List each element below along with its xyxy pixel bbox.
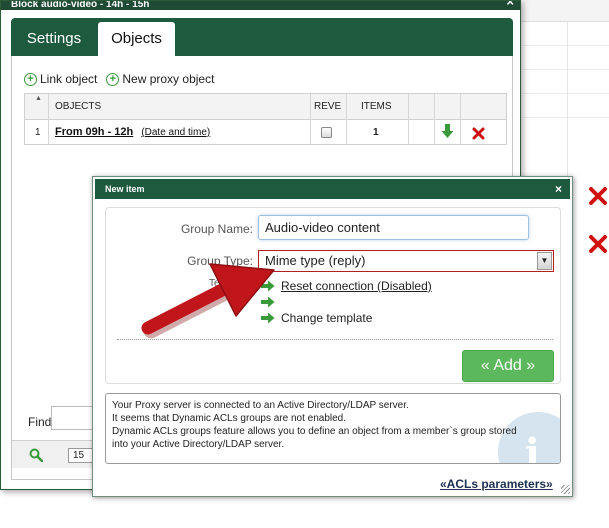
close-icon[interactable]: × [555,179,562,199]
window-title: Block audio-video - 14h - 15h [11,1,150,10]
info-line: It seems that Dynamic ACLs groups are no… [112,413,347,424]
reverse-cell [311,120,347,145]
background-table-row [520,46,609,70]
find-label: Find [28,415,52,429]
window-titlebar[interactable]: Block audio-video - 14h - 15h × [1,1,520,10]
sort-column-header[interactable]: ▲ [25,94,49,120]
object-link[interactable]: From 09h - 12h [55,126,133,138]
change-template-label: Change template [281,311,373,325]
acl-parameters-link[interactable]: «ACLs parameters» [440,477,553,491]
new-proxy-object-button[interactable]: + New proxy object [106,72,214,86]
link-object-button[interactable]: + Link object [24,72,97,86]
background-table-row [520,94,609,118]
group-type-select[interactable]: Mime type (reply) ▼ [258,250,554,272]
link-object-label: Link object [40,72,98,86]
plus-circle-icon: + [24,72,37,86]
group-name-input[interactable]: Audio-video content [258,215,529,240]
row-number: 1 [25,120,49,145]
delete-icon[interactable] [461,120,507,145]
items-count: 1 [347,120,409,145]
reverse-checkbox[interactable] [321,127,332,138]
blank-cell [409,120,435,145]
info-line: Dynamic ACLs groups feature allows you t… [112,426,517,437]
delete-icon[interactable] [586,232,609,256]
search-icon[interactable] [29,448,44,465]
info-line: Your Proxy server is connected to an Act… [112,400,409,411]
tab-objects[interactable]: Objects [98,22,175,56]
tab-bar: Settings Objects [11,18,513,56]
column-header-blank [435,94,461,120]
column-header-reverse[interactable]: REVE [311,94,347,120]
background-table-row [520,22,609,46]
group-type-value: Mime type (reply) [265,253,366,268]
move-down-icon[interactable] [435,120,461,145]
sort-arrow-icon: ▲ [35,95,42,102]
column-header-blank [461,94,507,120]
plus-circle-icon: + [106,72,120,86]
object-cell: From 09h - 12h (Date and time) [49,120,311,145]
table-header: ▲ OBJECTS REVE ITEMS [25,94,506,120]
resize-grip-icon[interactable] [561,485,570,494]
group-name-value: Audio-video content [265,220,380,235]
add-button[interactable]: « Add » [462,350,554,382]
new-proxy-object-label: New proxy object [122,72,215,86]
dialog-titlebar[interactable]: New item × [95,179,570,199]
reset-connection-link[interactable]: Reset connection (Disabled) [281,279,432,293]
callout-arrow-icon [141,263,275,339]
background-table-row [520,70,609,94]
delete-icon[interactable] [586,184,609,208]
background-table-header [520,0,609,22]
page-size-value: 15 [73,450,85,461]
column-header-objects[interactable]: OBJECTS [49,94,311,120]
objects-toolbar: + Link object + New proxy object [24,70,223,88]
object-type-link[interactable]: (Date and time) [141,127,210,138]
tab-settings[interactable]: Settings [13,22,95,56]
objects-table: ▲ OBJECTS REVE ITEMS 1 From 09h - 12h (D… [24,93,507,145]
table-row: 1 From 09h - 12h (Date and time) 1 [25,120,506,145]
dialog-title: New item [105,184,145,194]
info-line: into your Active Directory/LDAP server. [112,439,285,450]
close-icon[interactable]: × [506,1,514,8]
option-reset-connection[interactable]: Reset connection (Disabled) [261,278,432,294]
column-header-items[interactable]: ITEMS [347,94,409,120]
column-header-blank [409,94,435,120]
group-name-label: Group Name: [180,222,253,236]
info-message-box: i Your Proxy server is connected to an A… [105,393,561,464]
chevron-down-icon[interactable]: ▼ [537,252,552,270]
